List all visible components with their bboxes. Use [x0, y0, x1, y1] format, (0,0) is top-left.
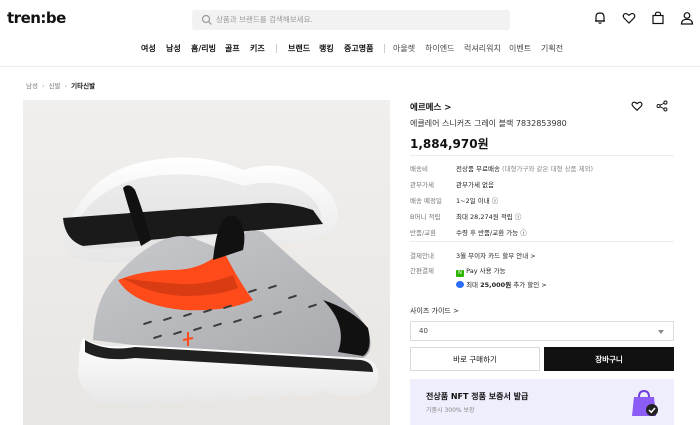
discount-icon [456, 281, 464, 288]
breadcrumb-item-other-shoes[interactable]: 기타신발 [71, 82, 95, 90]
nav-item-used-luxury[interactable]: 중고명품 [344, 43, 373, 54]
logo[interactable]: tren:be [7, 9, 66, 27]
easy-pay-value: N Pay 사용 가능 [456, 265, 506, 277]
heart-icon[interactable] [622, 11, 636, 25]
nav-item-women[interactable]: 여성 [141, 43, 156, 54]
buy-now-button[interactable]: 바로 구매하기 [410, 347, 540, 371]
info-key: 배송비 [410, 165, 428, 173]
divider [410, 155, 674, 156]
add-to-cart-button[interactable]: 장바구니 [544, 347, 674, 371]
info-key: 관부가세 [410, 181, 434, 189]
search-icon [201, 14, 212, 25]
nav-item-golf[interactable]: 골프 [225, 43, 240, 54]
user-icon[interactable] [680, 11, 694, 25]
breadcrumb: 남성 › 신발 › 기타신발 [26, 80, 95, 90]
payment-value: 3월 무이자 카드 할부 안내 > [456, 252, 536, 260]
discount-prefix: 최대 [466, 281, 481, 289]
nav-item-high-end[interactable]: 하이엔드 [425, 43, 454, 54]
nft-bag-icon [632, 389, 658, 416]
product-name: 에클레어 스니커즈 그레이 블랙 7832853980 [410, 119, 567, 128]
nav-item-outlet[interactable]: 아울렛 [393, 43, 415, 54]
info-value-sub: (대형가구와 같은 대형 상품 제외) [502, 165, 594, 173]
search-input[interactable]: 상품과 브랜드를 검색해보세요. [216, 14, 313, 25]
nav-item-ranking[interactable]: 랭킹 [319, 43, 334, 54]
size-guide-link[interactable]: 사이즈 가이드 > [410, 306, 459, 316]
brand-link[interactable]: 에르메스 > [410, 101, 451, 113]
discount-suffix: 추가 할인 > [511, 281, 547, 289]
nav-item-exhibition[interactable]: 기획전 [541, 43, 563, 54]
nft-title: 전상품 NFT 정품 보증서 발급 [426, 392, 529, 401]
nft-subtitle: 기품시 300% 보장 [426, 407, 475, 414]
divider [410, 241, 674, 242]
info-value: 최대 28,274원 적립 ⓘ [456, 213, 522, 221]
share-icon[interactable] [656, 100, 668, 112]
discount-value: 최대 25,000원 추가 할인 > [456, 279, 547, 289]
breadcrumb-item-men[interactable]: 남성 [26, 82, 38, 90]
nav-divider [384, 44, 385, 53]
search-box[interactable]: 상품과 브랜드를 검색해보세요. [192, 10, 510, 30]
size-selected-value: 40 [419, 327, 428, 335]
info-value: 관부가세 없음 [456, 181, 494, 189]
top-bar: tren:be 상품과 브랜드를 검색해보세요. [0, 0, 700, 38]
nav-item-kids[interactable]: 키즈 [250, 43, 265, 54]
info-value: 수령 후 반품/교환 가능 ⓘ [456, 229, 527, 237]
nav-divider [276, 44, 277, 53]
shopping-bag-icon[interactable] [651, 11, 665, 25]
product-price: 1,884,970원 [410, 137, 489, 151]
chevron-right-icon: › [64, 82, 68, 90]
nav-item-men[interactable]: 남성 [166, 43, 181, 54]
nav-item-event[interactable]: 이벤트 [509, 43, 531, 54]
nav-item-luxury-watch[interactable]: 럭셔리워치 [464, 43, 501, 54]
chevron-down-icon [658, 330, 664, 334]
nft-certificate-banner[interactable]: 전상품 NFT 정품 보증서 발급 기품시 300% 보장 [410, 379, 674, 425]
nav-item-home-living[interactable]: 홈/리빙 [191, 43, 216, 54]
naver-pay-icon: N [456, 270, 464, 277]
payment-label: 결제안내 [410, 252, 434, 260]
main-nav: 여성 남성 홈/리빙 골프 키즈 브랜드 랭킹 중고명품 아울렛 하이엔드 럭셔… [0, 40, 700, 58]
bell-icon[interactable] [593, 11, 607, 25]
discount-amount: 25,000원 [480, 281, 512, 289]
pay-available-text: Pay 사용 가능 [466, 267, 506, 275]
info-key: 반품/교환 [410, 229, 437, 237]
easy-pay-label: 간편결제 [410, 267, 434, 275]
product-image[interactable] [23, 100, 390, 425]
nav-item-brand[interactable]: 브랜드 [288, 43, 310, 54]
breadcrumb-item-shoes[interactable]: 신발 [49, 82, 61, 90]
info-key: B머니 적립 [410, 213, 441, 221]
info-value: 1~2일 이내 ⓘ [456, 197, 499, 205]
wishlist-heart-icon[interactable] [631, 100, 643, 112]
info-value: 전상품 무료배송 (대형가구와 같은 대형 상품 제외) [456, 163, 593, 173]
info-key: 배송 예정일 [410, 197, 442, 205]
header-divider [0, 66, 700, 67]
chevron-right-icon: › [41, 82, 45, 90]
info-value-main: 전상품 무료배송 [456, 165, 500, 173]
size-select[interactable]: 40 [410, 321, 674, 341]
sneaker-illustration [23, 100, 390, 425]
